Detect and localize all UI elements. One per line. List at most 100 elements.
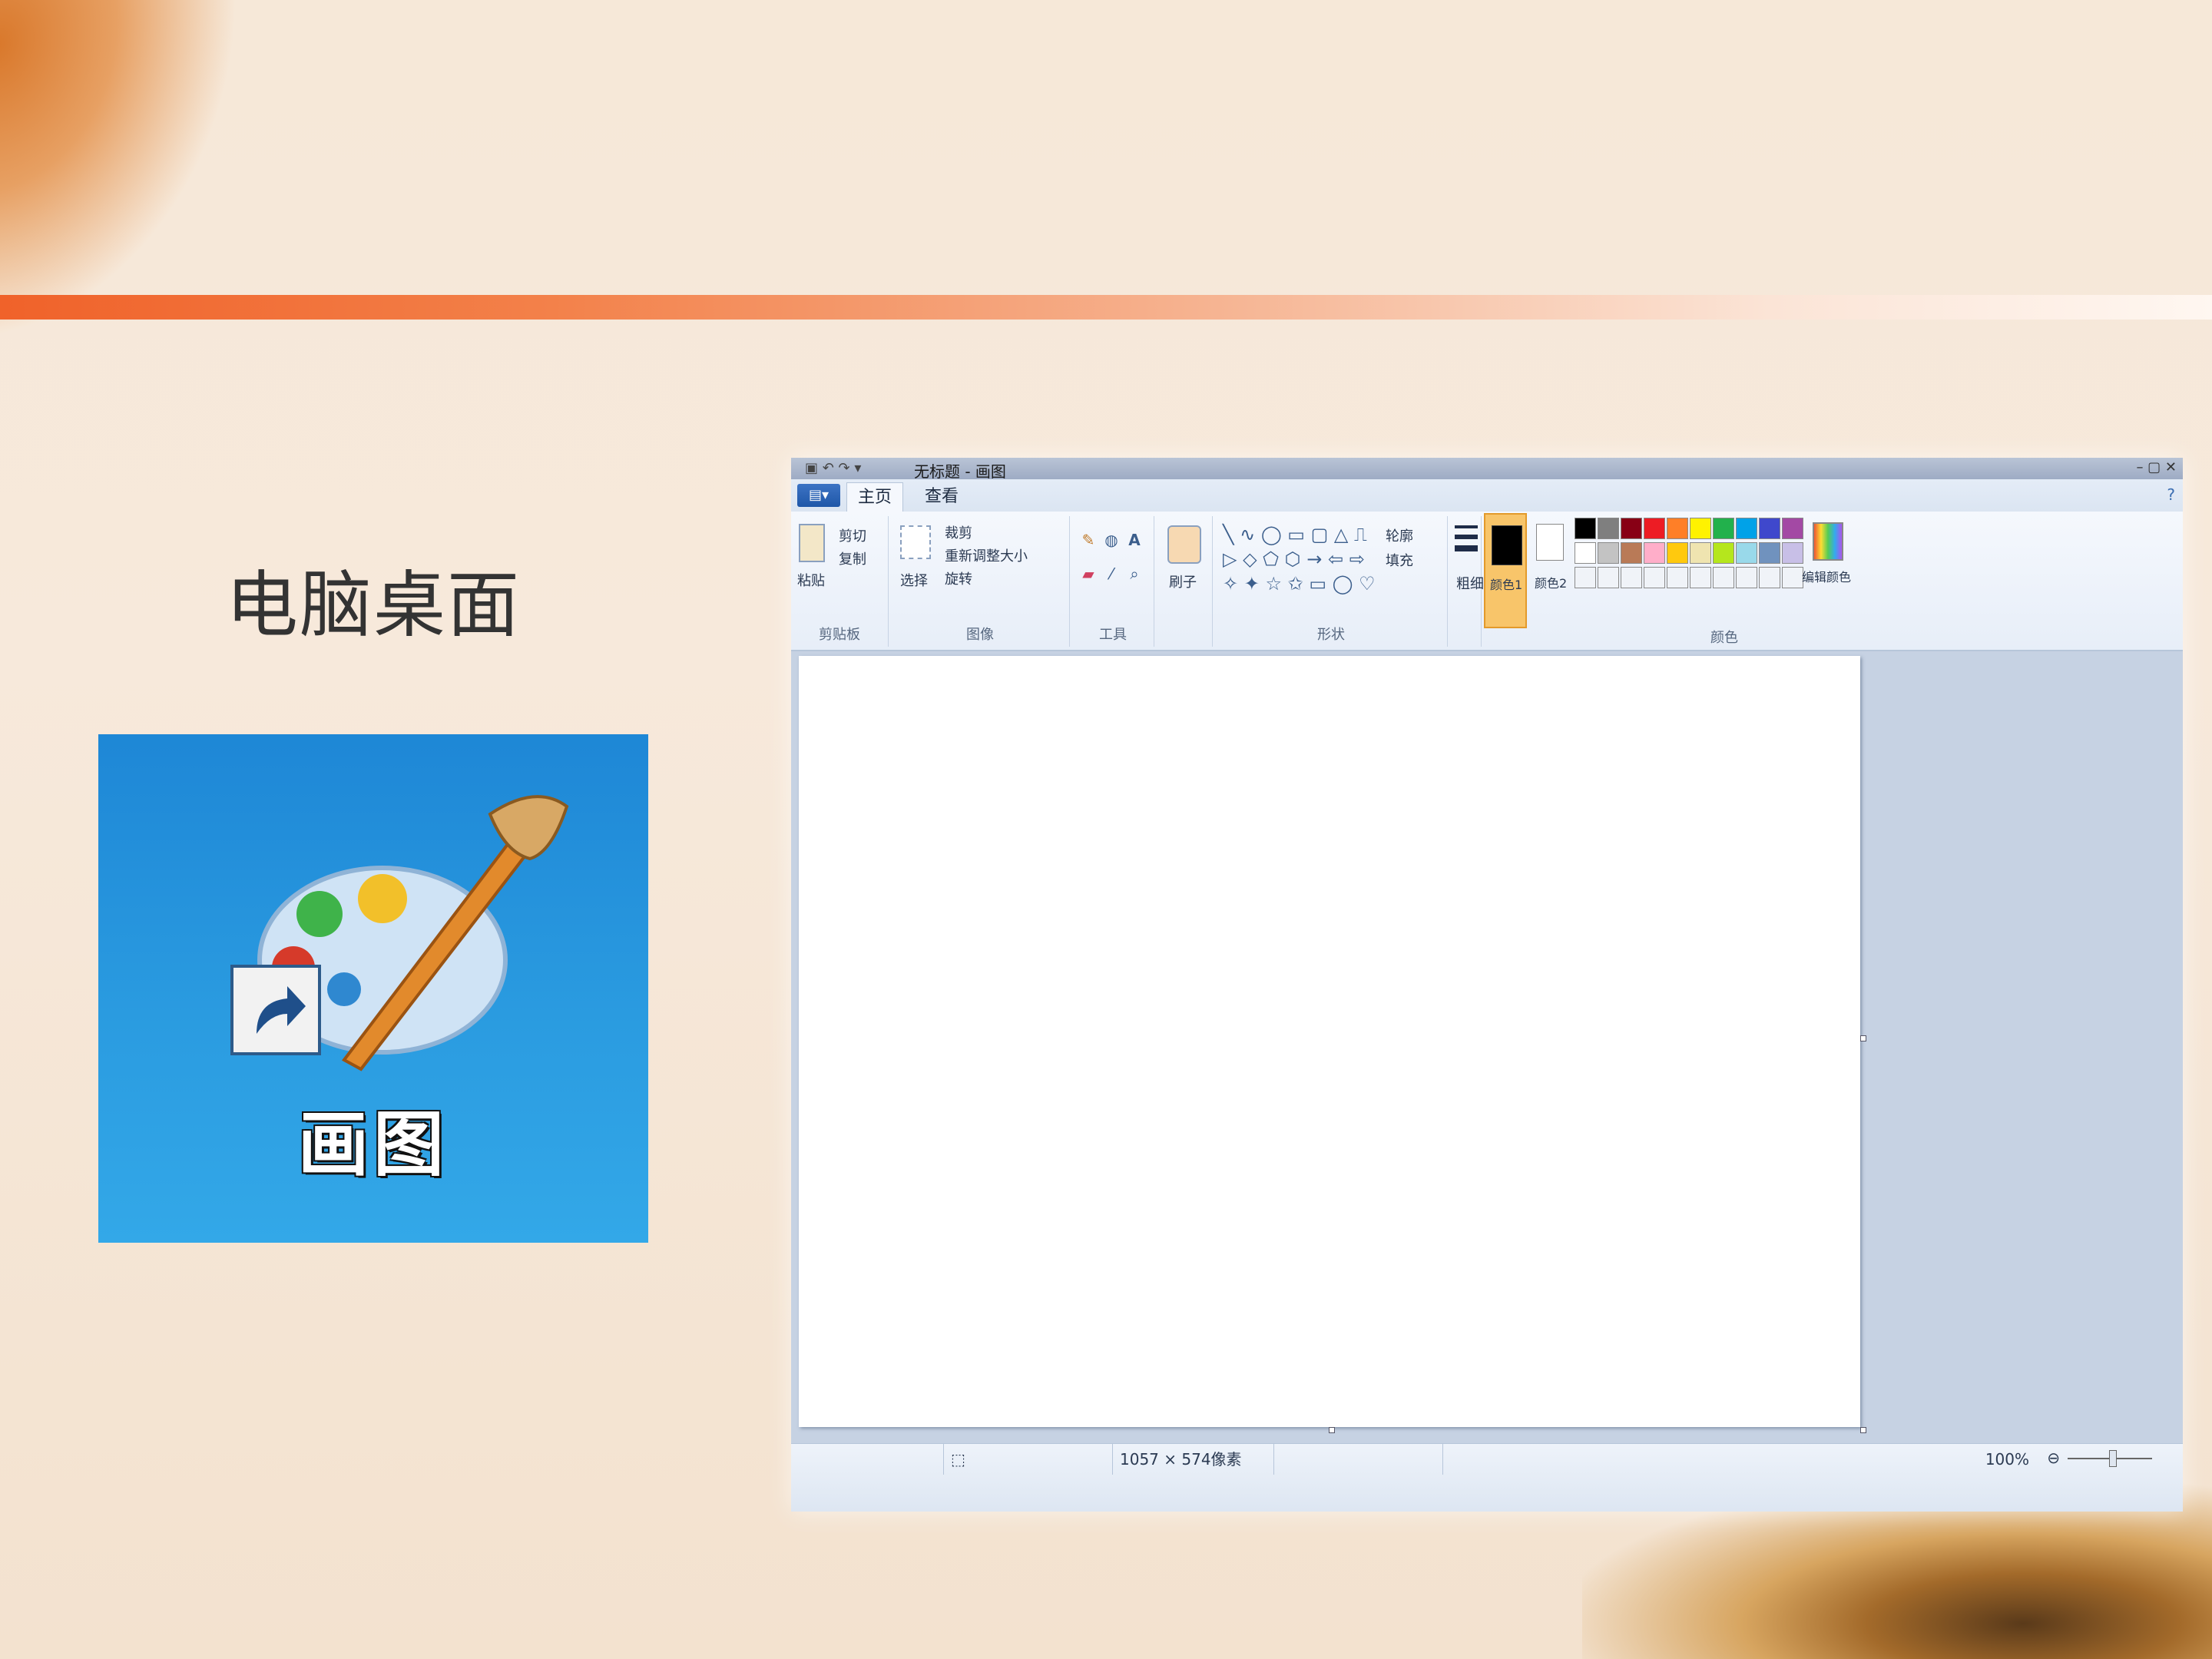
palette-swatch[interactable] [1621, 518, 1642, 539]
palette-swatch[interactable] [1575, 567, 1596, 588]
image-group: 选择 裁剪 重新调整大小 旋转 图像 [891, 516, 1070, 647]
brushes-group: 刷子 [1157, 516, 1213, 647]
palette-swatch[interactable] [1690, 518, 1711, 539]
tab-view[interactable]: 查看 [914, 482, 969, 512]
edit-colors-icon[interactable] [1813, 522, 1843, 561]
palette-swatch[interactable] [1644, 518, 1665, 539]
color1-button[interactable]: 颜色1 [1484, 513, 1527, 628]
crop-button[interactable]: 裁剪 [945, 522, 972, 542]
palette-swatch[interactable] [1736, 518, 1757, 539]
size-button[interactable]: 粗细 [1456, 573, 1484, 593]
outline-button[interactable]: 轮廓 [1386, 525, 1413, 545]
resize-handle-right[interactable] [1860, 1035, 1866, 1041]
palette-swatch[interactable] [1713, 567, 1734, 588]
help-icon[interactable]: ? [2167, 485, 2175, 504]
colors-group-label: 颜色 [1710, 630, 1738, 646]
tools-group-label: 工具 [1099, 627, 1127, 643]
desktop-icon-snapshot: 画图 [98, 734, 648, 1243]
zoom-out-icon[interactable]: ⊖ [2047, 1449, 2060, 1467]
brushes-button[interactable]: 刷子 [1169, 571, 1197, 591]
quick-access-toolbar[interactable]: ▣ ↶ ↷ ▾ [805, 460, 861, 476]
palette-swatch[interactable] [1736, 567, 1757, 588]
fill-button[interactable]: 填充 [1386, 550, 1413, 570]
header-stripe [0, 295, 2212, 320]
line-thin [1455, 525, 1478, 528]
color2-button[interactable]: 颜色2 [1530, 513, 1573, 628]
desktop-icon-label[interactable]: 画图 [98, 1088, 648, 1190]
file-menu-button[interactable]: ▤▾ [797, 484, 840, 507]
palette-swatch[interactable] [1598, 567, 1619, 588]
selection-size: ⬚ [945, 1444, 1113, 1475]
palette-swatch[interactable] [1782, 567, 1803, 588]
shapes-group: ╲ ∿ ◯ ▭ ▢ △ ⎍ ▷ ◇ ⬠ ⬡ → ⇦ ⇨ ✧ ✦ ☆ ✩ ▭ ◯ … [1215, 516, 1448, 647]
palette-swatch[interactable] [1713, 518, 1734, 539]
text-icon[interactable]: A [1124, 530, 1144, 550]
palette-swatch[interactable] [1782, 518, 1803, 539]
tools-group: ✎ ◍ A ▰ ⁄ ⌕ 工具 [1072, 516, 1154, 647]
palette-swatch[interactable] [1598, 518, 1619, 539]
resize-handle-corner[interactable] [1860, 1427, 1866, 1433]
palette-swatch[interactable] [1759, 518, 1780, 539]
drawing-canvas[interactable] [799, 656, 1860, 1427]
palette-swatch[interactable] [1690, 567, 1711, 588]
color1-swatch [1492, 525, 1522, 565]
palette-swatch[interactable] [1598, 542, 1619, 564]
edit-colors-button[interactable]: 编辑颜色 [1802, 567, 1851, 585]
palette-swatch[interactable] [1759, 542, 1780, 564]
status-bar: ⬚ 1057 × 574像素 100% ⊖ [791, 1443, 2183, 1512]
tab-home[interactable]: 主页 [846, 482, 904, 512]
paint-palette-icon[interactable] [229, 783, 628, 1121]
palette-swatch[interactable] [1713, 542, 1734, 564]
slide-title: 电脑桌面 [226, 564, 522, 647]
palette-swatch[interactable] [1690, 542, 1711, 564]
image-size-text: 1057 × 574像素 [1120, 1450, 1242, 1469]
palette-swatch[interactable] [1644, 542, 1665, 564]
magnifier-icon[interactable]: ⌕ [1124, 564, 1144, 584]
cut-button[interactable]: 剪切 [839, 525, 866, 545]
palette-swatch[interactable] [1667, 518, 1688, 539]
size-group: 粗细 [1450, 516, 1484, 647]
shapes-row-3[interactable]: ✧ ✦ ☆ ✩ ▭ ◯ ♡ [1223, 573, 1376, 594]
color-picker-icon[interactable]: ⁄ [1101, 564, 1121, 584]
palette-swatch[interactable] [1621, 567, 1642, 588]
image-size: 1057 × 574像素 [1114, 1444, 1274, 1475]
decorative-swoosh [0, 0, 260, 404]
clipboard-group: 粘贴 剪切 复制 剪贴板 [791, 516, 889, 647]
zoom-slider-thumb[interactable] [2109, 1450, 2117, 1467]
rotate-button[interactable]: 旋转 [945, 568, 972, 588]
fill-icon[interactable]: ◍ [1101, 530, 1121, 550]
copy-button[interactable]: 复制 [839, 548, 866, 568]
file-size [1275, 1444, 1443, 1475]
palette-swatch[interactable] [1575, 518, 1596, 539]
line-thick [1455, 545, 1478, 551]
select-icon[interactable] [900, 525, 931, 559]
palette-swatch[interactable] [1644, 567, 1665, 588]
title-bar[interactable]: ▣ ↶ ↷ ▾ 无标题 - 画图 – ▢ ✕ [791, 458, 2183, 481]
palette-swatch[interactable] [1621, 542, 1642, 564]
palette-swatch[interactable] [1759, 567, 1780, 588]
palette-swatch[interactable] [1736, 542, 1757, 564]
eraser-icon[interactable]: ▰ [1078, 564, 1098, 584]
palette-swatch[interactable] [1667, 567, 1688, 588]
paste-icon[interactable] [799, 524, 825, 562]
palette-swatch[interactable] [1667, 542, 1688, 564]
color1-label: 颜色1 [1490, 578, 1523, 592]
window-controls[interactable]: – ▢ ✕ [2136, 459, 2177, 475]
resize-handle-bottom[interactable] [1329, 1427, 1335, 1433]
canvas-area [791, 651, 2183, 1444]
shapes-row-1[interactable]: ╲ ∿ ◯ ▭ ▢ △ ⎍ [1223, 524, 1367, 545]
cursor-position [791, 1444, 944, 1475]
shapes-group-label: 形状 [1317, 627, 1345, 643]
brush-icon[interactable] [1167, 525, 1201, 564]
palette-swatch[interactable] [1575, 542, 1596, 564]
palette-swatch[interactable] [1782, 542, 1803, 564]
select-button[interactable]: 选择 [900, 570, 928, 590]
ribbon-tab-row: ▤▾ 主页 查看 ? [791, 479, 2183, 512]
window-title: 无标题 - 画图 [914, 462, 1006, 481]
shapes-row-2[interactable]: ▷ ◇ ⬠ ⬡ → ⇦ ⇨ [1223, 548, 1365, 570]
resize-button[interactable]: 重新调整大小 [945, 545, 1028, 565]
line-medium [1455, 535, 1478, 539]
image-group-label: 图像 [966, 627, 994, 643]
pencil-icon[interactable]: ✎ [1078, 530, 1098, 550]
paste-button[interactable]: 粘贴 [797, 570, 825, 590]
